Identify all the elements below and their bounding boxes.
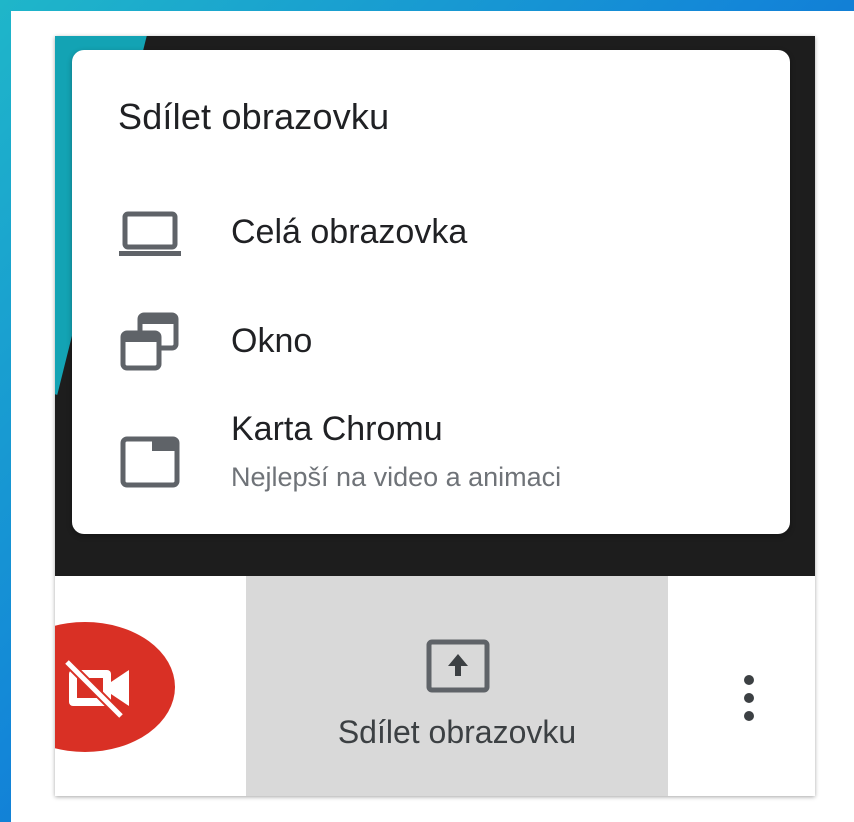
menu-item-entire-screen[interactable]: Celá obrazovka xyxy=(72,187,790,277)
menu-item-sublabel: Nejlepší na video a animaci xyxy=(231,462,562,492)
camera-off-icon xyxy=(63,658,129,718)
call-controls-bar: Sdílet obrazovku xyxy=(55,576,815,796)
share-screen-button[interactable]: Sdílet obrazovku xyxy=(246,576,668,796)
menu-item-window[interactable]: Okno xyxy=(72,298,790,388)
video-area: Sdílet obrazovku Celá obrazovka Okno Kar… xyxy=(55,36,815,576)
menu-item-label: Karta Chromu xyxy=(231,410,443,448)
share-screen-label: Sdílet obrazovku xyxy=(337,714,577,750)
menu-item-chrome-tab[interactable]: Karta Chromu Nejlepší na video a animaci xyxy=(72,408,790,518)
camera-toggle-button[interactable] xyxy=(55,622,175,752)
window-icon xyxy=(120,312,179,371)
menu-item-label: Celá obrazovka xyxy=(231,213,468,251)
present-screen-icon xyxy=(426,639,490,693)
share-screen-menu: Sdílet obrazovku Celá obrazovka Okno Kar… xyxy=(72,50,790,534)
menu-item-label: Okno xyxy=(231,322,313,360)
meet-window: Sdílet obrazovku Celá obrazovka Okno Kar… xyxy=(55,36,815,796)
more-vert-icon[interactable] xyxy=(727,670,771,730)
browser-tab-icon xyxy=(120,436,180,488)
menu-title: Sdílet obrazovku xyxy=(118,96,390,137)
laptop-icon xyxy=(119,211,181,256)
